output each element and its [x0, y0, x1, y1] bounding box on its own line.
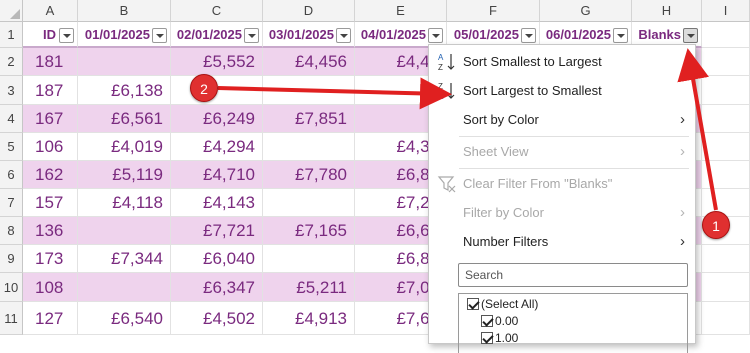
annotation-arrows [217, 48, 718, 211]
callout-badge-1: 1 [702, 211, 730, 239]
arrow-line [677, 48, 718, 211]
callout-badge-2: 2 [190, 74, 218, 102]
arrow-line [217, 77, 452, 110]
